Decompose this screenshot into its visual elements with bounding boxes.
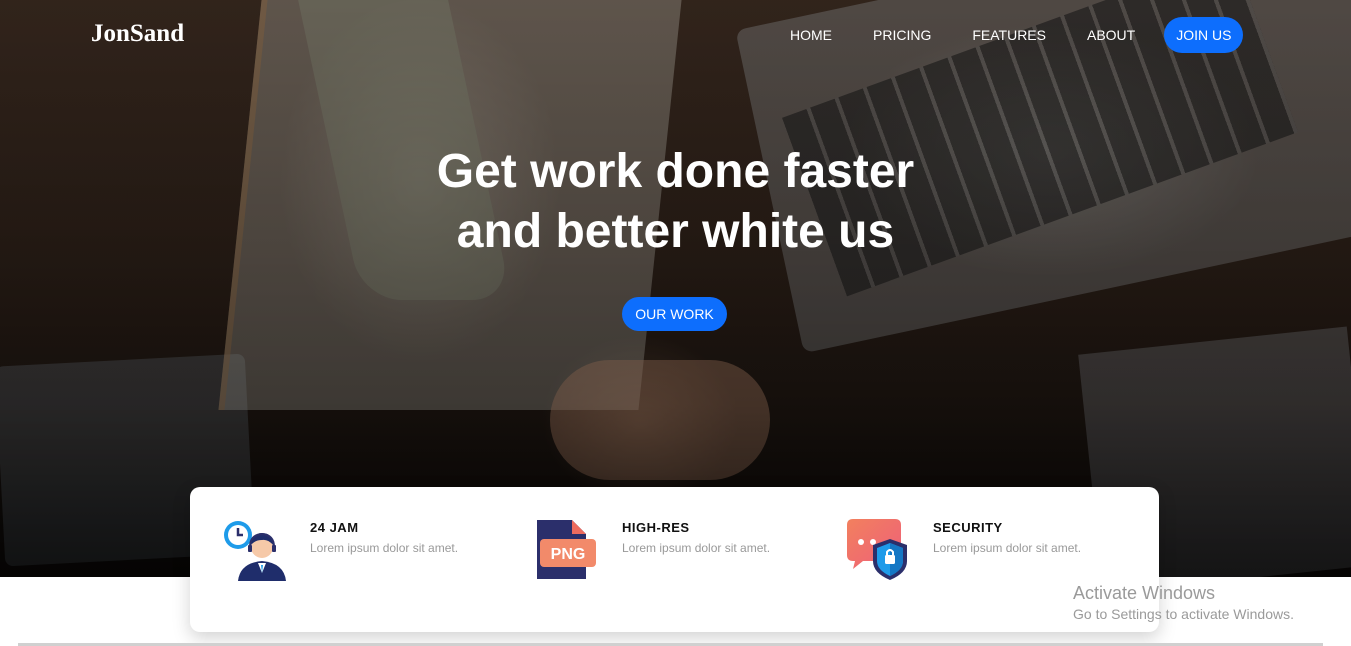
- feature-description: Lorem ipsum dolor sit amet.: [310, 541, 459, 555]
- headline-line1-bold: faster: [783, 145, 915, 198]
- feature-security: SECURITY Lorem ipsum dolor sit amet.: [845, 517, 1135, 587]
- feature-title: 24 JAM: [310, 520, 359, 535]
- shield-chat-icon: [847, 519, 907, 580]
- feature-high-res: PNG HIGH-RES Lorem ipsum dolor sit amet.: [534, 517, 824, 587]
- nav-home[interactable]: HOME: [790, 18, 832, 52]
- feature-description: Lorem ipsum dolor sit amet.: [622, 541, 771, 555]
- support-agent-clock-icon: [224, 521, 286, 581]
- feature-description: Lorem ipsum dolor sit amet.: [933, 541, 1082, 555]
- headline-line2-text-a: and: [456, 205, 556, 258]
- feature-title: SECURITY: [933, 520, 1003, 535]
- nav-pricing[interactable]: PRICING: [873, 18, 931, 52]
- headline-line1-text: Get work done: [436, 145, 784, 198]
- png-icon-label: PNG: [551, 546, 586, 563]
- feature-title: HIGH-RES: [622, 520, 690, 535]
- headline-line2-text-b: white us: [688, 205, 895, 258]
- brand-logo[interactable]: JonSand: [91, 20, 184, 48]
- headline-line2-bold: better: [555, 205, 689, 258]
- activate-windows-watermark: Activate Windows Go to Settings to activ…: [1073, 583, 1294, 622]
- join-us-button[interactable]: JOIN US: [1164, 17, 1244, 53]
- hero-headline: Get work done faster and better white us: [0, 142, 1351, 262]
- nav-features[interactable]: FEATURES: [972, 18, 1046, 52]
- features-card: 24 JAM Lorem ipsum dolor sit amet. PNG H…: [190, 487, 1159, 632]
- main-nav: HOME PRICING FEATURES ABOUT JOIN US: [790, 17, 1244, 53]
- feature-24-jam: 24 JAM Lorem ipsum dolor sit amet.: [222, 517, 512, 587]
- nav-about[interactable]: ABOUT: [1087, 18, 1135, 52]
- our-work-button[interactable]: OUR WORK: [622, 297, 727, 331]
- watermark-subtitle: Go to Settings to activate Windows.: [1073, 606, 1294, 622]
- watermark-title: Activate Windows: [1073, 583, 1216, 603]
- png-file-icon: PNG: [537, 520, 596, 579]
